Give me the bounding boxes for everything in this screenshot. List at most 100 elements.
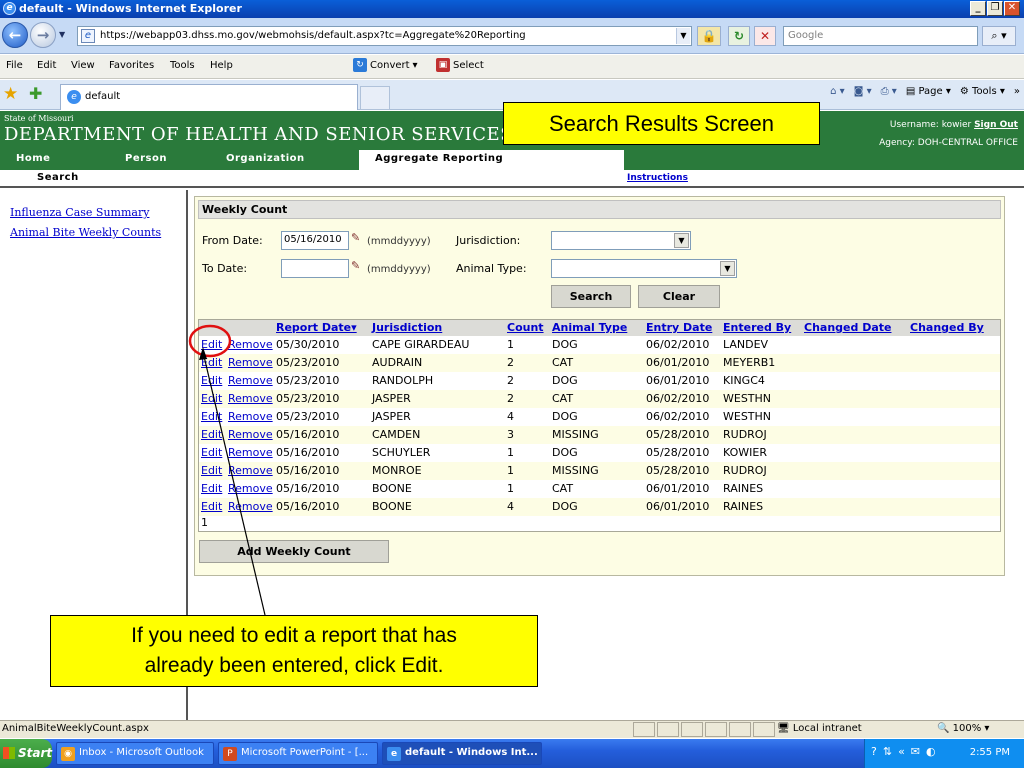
taskbar-item-ie[interactable]: e default - Windows Int... [382, 742, 542, 765]
remove-link[interactable]: Remove [228, 428, 273, 441]
ie-icon: e [387, 747, 401, 761]
restore-button[interactable]: ❐ [987, 1, 1003, 16]
add-weekly-count-button[interactable]: Add Weekly Count [199, 540, 389, 563]
col-report-date[interactable]: Report Date▾ [276, 321, 357, 334]
convert-dropdown-icon: ▾ [412, 59, 418, 71]
remove-link[interactable]: Remove [228, 500, 273, 513]
edit-link[interactable]: Edit [201, 464, 222, 477]
ie-tab-icon: e [67, 90, 81, 104]
recent-pages-dropdown-icon[interactable]: ▼ [59, 30, 65, 39]
minimize-button[interactable]: _ [970, 1, 986, 16]
col-count[interactable]: Count [507, 321, 544, 334]
close-button[interactable]: ✕ [1004, 1, 1020, 16]
menu-tools[interactable]: Tools [170, 60, 195, 71]
animal-type-select[interactable]: ▼ [551, 259, 737, 278]
edit-link[interactable]: Edit [201, 374, 222, 387]
home-icon[interactable]: ⌂ ▾ [830, 86, 845, 97]
col-entry-date[interactable]: Entry Date [646, 321, 712, 334]
menu-help[interactable]: Help [210, 60, 233, 71]
remove-link[interactable]: Remove [228, 338, 273, 351]
forward-button[interactable]: → [30, 22, 56, 48]
url-dropdown-icon[interactable]: ▼ [676, 28, 690, 44]
back-button[interactable]: ← [2, 22, 28, 48]
start-button[interactable]: Start [0, 739, 52, 768]
sidebar-link-influenza[interactable]: Influenza Case Summary [10, 206, 149, 219]
search-input[interactable]: Google [783, 26, 978, 46]
tab-default[interactable]: e default [60, 84, 358, 110]
edit-link[interactable]: Edit [201, 356, 222, 369]
calendar-icon[interactable]: ✎ [351, 259, 360, 272]
nav-home[interactable]: Home [16, 150, 50, 170]
menu-favorites[interactable]: Favorites [109, 60, 154, 71]
from-date-input[interactable]: 05/16/2010 [281, 231, 349, 250]
cell-report-date: 05/16/2010 [276, 428, 340, 441]
taskbar-item-powerpoint[interactable]: P Microsoft PowerPoint - [... [218, 742, 378, 765]
nav-aggregate-reporting[interactable]: Aggregate Reporting [359, 150, 624, 170]
to-date-input[interactable] [281, 259, 349, 278]
cell-animal-type: MISSING [552, 428, 599, 441]
status-segment [753, 722, 775, 737]
edit-link[interactable]: Edit [201, 392, 222, 405]
edit-link[interactable]: Edit [201, 446, 222, 459]
edit-link[interactable]: Edit [201, 500, 222, 513]
feeds-icon[interactable]: ◙ ▾ [854, 86, 872, 97]
col-changed-date[interactable]: Changed Date [804, 321, 891, 334]
network-icon[interactable]: ⇅ [883, 745, 892, 758]
sidebar-link-animal-bite[interactable]: Animal Bite Weekly Counts [10, 226, 161, 239]
taskbar-item-outlook[interactable]: ◉ Inbox - Microsoft Outlook [56, 742, 214, 765]
zoom-control[interactable]: 🔍 100% ▾ [937, 723, 989, 734]
cell-entered-by: KOWIER [723, 446, 767, 459]
col-entered-by[interactable]: Entered By [723, 321, 791, 334]
new-tab-button[interactable] [360, 86, 390, 110]
clear-button[interactable]: Clear [638, 285, 720, 308]
col-changed-by[interactable]: Changed By [910, 321, 984, 334]
nav-organization[interactable]: Organization [226, 150, 305, 170]
favorites-star-icon[interactable]: ★ [3, 85, 18, 103]
cell-jurisdiction: JASPER [372, 410, 411, 423]
help-icon[interactable]: ? [871, 745, 877, 758]
lock-icon[interactable]: 🔒 [697, 26, 721, 46]
tray-app-icon[interactable]: ◐ [926, 745, 936, 758]
chevron-more-icon[interactable]: » [1014, 86, 1020, 97]
calendar-icon[interactable]: ✎ [351, 231, 360, 244]
edit-link[interactable]: Edit [201, 428, 222, 441]
col-jurisdiction[interactable]: Jurisdiction [372, 321, 442, 334]
remove-link[interactable]: Remove [228, 482, 273, 495]
tools-menu[interactable]: ⚙ Tools ▾ [960, 86, 1005, 97]
nav-person[interactable]: Person [125, 150, 167, 170]
remove-link[interactable]: Remove [228, 374, 273, 387]
tray-expand-icon[interactable]: « [898, 745, 905, 758]
pager[interactable]: 1 [201, 516, 208, 529]
cell-animal-type: DOG [552, 338, 578, 351]
edit-link[interactable]: Edit [201, 338, 222, 351]
to-date-label: To Date: [202, 262, 248, 275]
page-menu[interactable]: ▤ Page ▾ [906, 86, 951, 97]
edit-link[interactable]: Edit [201, 410, 222, 423]
search-button[interactable]: Search [551, 285, 631, 308]
instructions-link[interactable]: Instructions [627, 173, 688, 183]
col-animal-type[interactable]: Animal Type [552, 321, 627, 334]
remove-link[interactable]: Remove [228, 356, 273, 369]
convert-button[interactable]: ↻ Convert ▾ [353, 58, 418, 72]
menu-view[interactable]: View [71, 60, 95, 71]
subnav-search[interactable]: Search [37, 172, 79, 183]
mail-icon[interactable]: ✉ [911, 745, 920, 758]
select-button[interactable]: ▣ Select [436, 58, 484, 72]
add-favorite-icon[interactable]: ✚ [29, 85, 42, 103]
remove-link[interactable]: Remove [228, 410, 273, 423]
menu-edit[interactable]: Edit [37, 60, 56, 71]
sign-out-link[interactable]: Sign Out [974, 120, 1018, 130]
edit-link[interactable]: Edit [201, 482, 222, 495]
refresh-icon[interactable]: ↻ [728, 26, 750, 46]
remove-link[interactable]: Remove [228, 446, 273, 459]
remove-link[interactable]: Remove [228, 464, 273, 477]
url-text[interactable]: https://webapp03.dhss.mo.gov/webmohsis/d… [100, 30, 526, 41]
print-icon[interactable]: ⎙ ▾ [881, 86, 897, 97]
jurisdiction-select[interactable]: ▼ [551, 231, 691, 250]
menu-file[interactable]: File [6, 60, 23, 71]
search-icon[interactable]: ⌕ ▾ [982, 26, 1016, 46]
security-zone[interactable]: 🖥 Local intranet [777, 723, 862, 734]
remove-link[interactable]: Remove [228, 392, 273, 405]
stop-icon[interactable]: ✕ [754, 26, 776, 46]
address-field[interactable]: e https://webapp03.dhss.mo.gov/webmohsis… [77, 26, 692, 46]
